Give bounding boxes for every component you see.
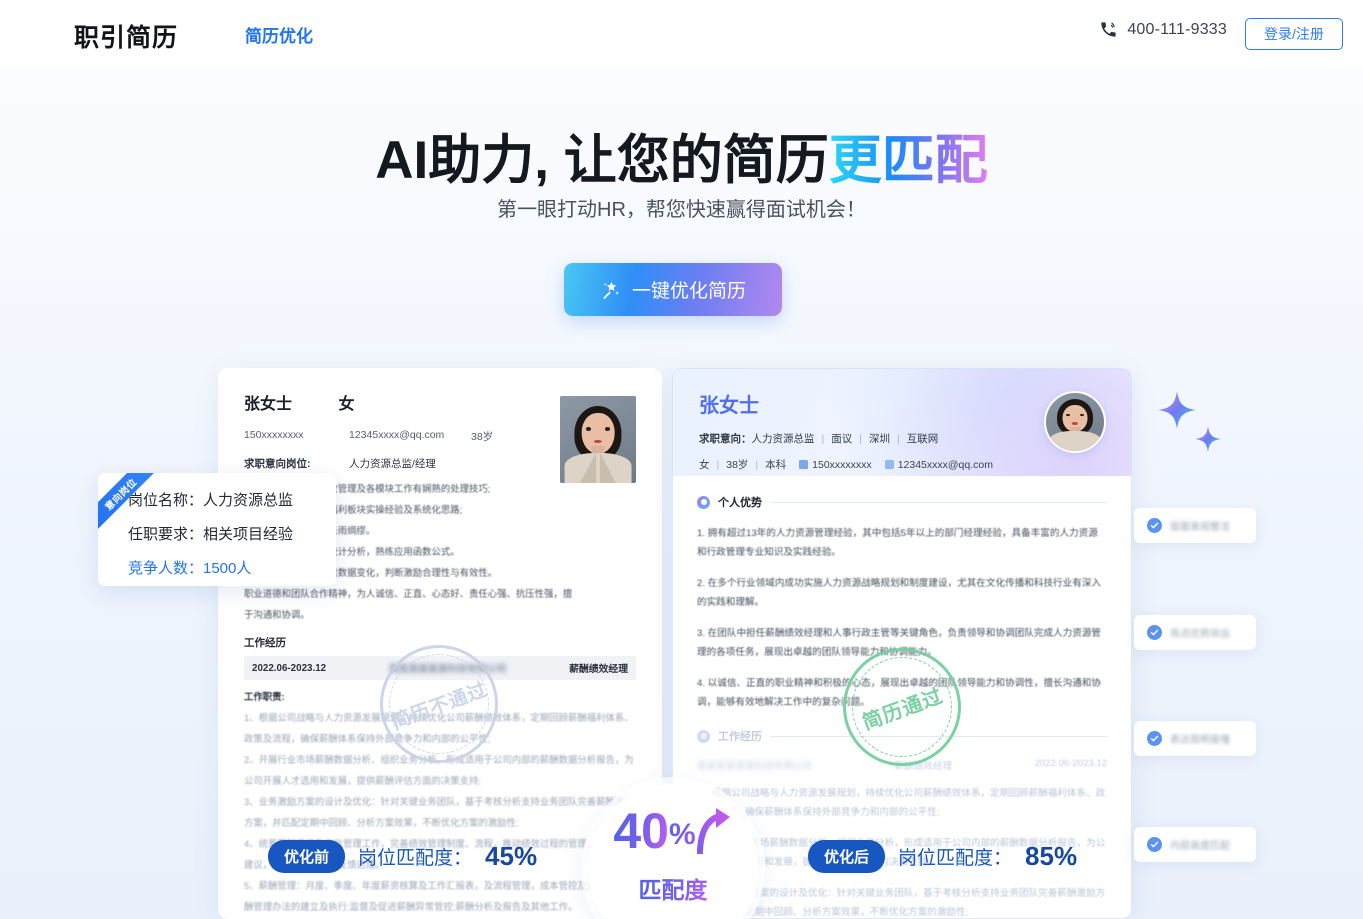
right-duty-item: 1、根据公司战略与人力资源发展规划，持续优化公司薪酬绩效体系，定期回顾薪酬福利体… (697, 788, 1106, 818)
phone-icon (1099, 20, 1118, 39)
right-age: 38岁 (726, 459, 749, 471)
right-exp-date: 2022.06-2023.12 (1034, 758, 1107, 769)
match-before: 优化前 岗位匹配度： 45% (268, 840, 537, 873)
right-phone: 150xxxxxxxx (812, 458, 872, 471)
right-intent-salary: 面议 (831, 433, 853, 445)
quality-badge-label: 亮点优势突出 (1170, 629, 1230, 640)
left-age: 38岁 (471, 431, 494, 443)
right-intent-industry: 互联网 (906, 433, 939, 445)
match-after-tag: 优化后 (808, 840, 886, 873)
contact-phone: 400-111-9333 (1099, 20, 1227, 39)
right-advantage-title: 个人优势 (718, 497, 762, 509)
match-before-tag: 优化前 (268, 840, 346, 873)
quality-badge-label: 内容高度匹配 (1170, 841, 1230, 852)
quality-badge-label: 版面美观整洁 (1170, 522, 1230, 533)
improvement-value: 40 (613, 803, 669, 859)
left-body-line: 职业道德和团队合作精神，为人诚信、正直、心态好、责任心强、抗压性强，擅 (244, 588, 573, 599)
login-register-button[interactable]: 登录/注册 (1245, 18, 1343, 50)
improvement-value-row: 40 % (613, 806, 732, 861)
site-header: 职引简历 简历优化 400-111-9333 登录/注册 (0, 0, 1363, 66)
left-duty-item: 3、业务激励方案的设计及优化：针对关键业务团队，基于考核分析支持业务团队完善薪酬… (244, 796, 634, 828)
intent-competition-count: 竞争人数：1500人 (128, 560, 252, 577)
right-candidate-photo (1044, 391, 1106, 453)
right-education: 本科 (765, 459, 787, 471)
left-duty-item: 5、薪酬管理：月度、季度、年度薪资核算及工作汇报表，及流程管理，成本管控及监督执… (244, 880, 634, 912)
left-candidate-name: 张女士 (244, 396, 293, 413)
match-before-value: 45% (485, 841, 538, 871)
mail-mini-icon (884, 459, 894, 469)
intended-position-card: 意向岗位 岗位名称：人力资源总监 任职要求：相关项目经验 竞争人数：1500人 (98, 473, 336, 586)
right-intent-label: 求职意向： (699, 433, 752, 445)
left-body-line: 于沟通和协调。 (244, 609, 310, 620)
check-icon (1147, 731, 1162, 746)
phone-mini-icon (799, 459, 809, 469)
left-exp-role: 薪酬绩效经理 (569, 664, 628, 675)
right-intent-city: 深圳 (868, 433, 890, 445)
quality-badge-highlights[interactable]: 亮点优势突出 (1134, 615, 1256, 650)
divider (770, 501, 1107, 503)
right-resume-header: 张女士 求职意向：人力资源总监 | 面议 | 深圳 | 互联网 女 | 38岁 | 本科 1… (672, 368, 1132, 476)
quality-badge-layout[interactable]: 版面美观整洁 (1134, 508, 1256, 543)
left-resume-header: 张女士 女 150xxxxxxxx 12345xxxx@qq.com 38岁 求… (218, 368, 662, 483)
match-after-value: 85% (1025, 841, 1078, 871)
improvement-unit: % (668, 818, 696, 851)
right-email: 12345xxxx@qq.com (897, 458, 993, 471)
intent-requirement: 任职要求：相关项目经验 (128, 526, 294, 543)
left-candidate-photo (560, 396, 636, 483)
right-duty-item: 3、业务激励方案的设计及优化：针对关键业务团队，基于考核分析支持业务团队完善薪酬… (697, 888, 1106, 918)
right-gender: 女 (699, 459, 710, 471)
match-after-label: 岗位匹配度： (898, 848, 1013, 869)
right-advantage-section-header: 个人优势 (697, 494, 1107, 510)
right-advantage-item: 2. 在多个行业领域内成功实施人力资源战略规划和制度建设，尤其在文化传播和科技行… (697, 578, 1102, 608)
left-intent-value: 人力资源总监/经理 (349, 458, 436, 470)
match-before-label: 岗位匹配度： (358, 848, 473, 869)
left-candidate-gender: 女 (338, 396, 355, 413)
up-arrow-icon (696, 808, 733, 861)
left-exp-date: 2022.06-2023.12 (252, 662, 327, 674)
nav-item-resume-optimize[interactable]: 简历优化 (245, 22, 313, 47)
right-advantage-item: 1. 拥有超过13年的人力资源管理经验，其中包括5年以上的部门经理经验，具备丰富… (697, 528, 1098, 558)
phone-number: 400-111-9333 (1127, 20, 1227, 38)
site-logo[interactable]: 职引简历 (74, 18, 178, 54)
right-experience-title: 工作经历 (718, 731, 762, 743)
quality-badge-clarity[interactable]: 表达简明易懂 (1134, 721, 1256, 756)
check-icon (1147, 518, 1162, 533)
check-icon (1147, 837, 1162, 852)
section-dot-icon (697, 729, 710, 743)
intent-position-name: 岗位名称：人力资源总监 (128, 492, 294, 509)
sparkle-decoration (1155, 388, 1235, 463)
right-meta-row: 女 | 38岁 | 本科 150xxxxxxxx 12345xxxx@qq.co… (699, 458, 993, 472)
right-exp-company: 某某某某某某科技有限公司 (697, 761, 813, 772)
left-phone: 150xxxxxxxx (244, 429, 304, 441)
section-dot-icon (697, 495, 710, 509)
check-icon (1147, 625, 1162, 640)
comparison-area: 张女士 女 150xxxxxxxx 12345xxxx@qq.com 38岁 求… (0, 0, 1363, 919)
improvement-label: 匹配度 (639, 871, 708, 905)
quality-badge-label: 表达简明易懂 (1170, 735, 1230, 746)
page-root: 职引简历 简历优化 400-111-9333 登录/注册 AI助力, 让您的简历… (0, 0, 1363, 919)
match-after: 优化后 岗位匹配度： 85% (808, 840, 1077, 873)
left-email: 12345xxxx@qq.com (349, 429, 445, 441)
quality-badge-match[interactable]: 内容高度匹配 (1134, 827, 1256, 862)
right-intent-value: 人力资源总监 (751, 433, 815, 445)
right-intent-row: 求职意向：人力资源总监 | 面议 | 深圳 | 互联网 (699, 433, 939, 445)
left-intent-label: 求职意向岗位: (244, 458, 311, 470)
